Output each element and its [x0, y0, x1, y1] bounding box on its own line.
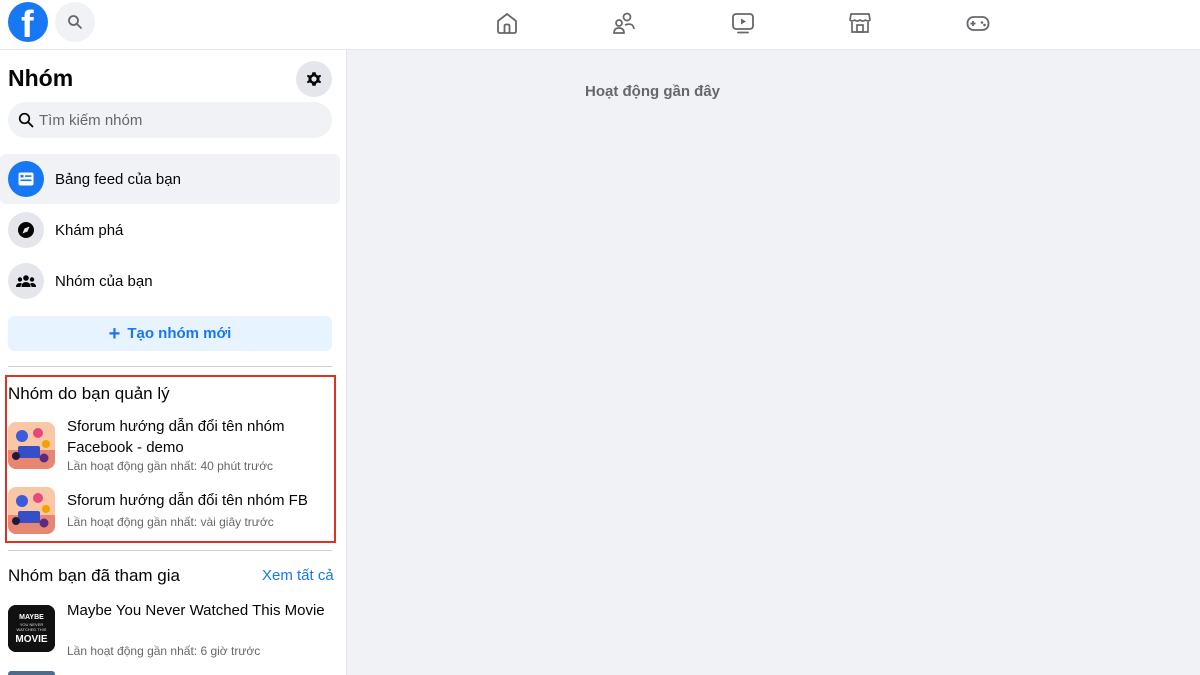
group-search-field[interactable]: [8, 102, 332, 138]
search-icon: [18, 112, 34, 128]
group-avatar: MAYBE YOU NEVER WATCHED THIS MOVIE: [8, 605, 55, 652]
group-name: Maybe You Never Watched This Movie: [67, 602, 325, 619]
gaming-icon: [966, 16, 990, 31]
friends-tab[interactable]: [609, 8, 639, 38]
watch-tab[interactable]: [728, 8, 758, 38]
sidebar-item-label: Khám phá: [55, 221, 124, 239]
divider: [8, 366, 332, 367]
divider: [8, 550, 332, 551]
group-last-active: Lần hoạt động gần nhất: 6 giờ trước: [67, 644, 261, 658]
svg-text:WATCHED THIS: WATCHED THIS: [17, 627, 47, 632]
recent-activity-heading: Hoạt động gần đây: [585, 83, 720, 100]
group-avatar: [8, 422, 55, 469]
svg-text:MAYBE: MAYBE: [19, 614, 44, 621]
plus-icon: +: [108, 322, 121, 345]
marketplace-tab[interactable]: [845, 8, 875, 38]
facebook-logo-letter: f: [21, 4, 34, 42]
group-last-active: Lần hoạt động gần nhất: 40 phút trước: [67, 459, 274, 473]
create-group-button[interactable]: + Tạo nhóm mới: [8, 316, 332, 351]
settings-button[interactable]: [296, 61, 332, 97]
joined-group-item[interactable]: MAYBE YOU NEVER WATCHED THIS MOVIE Maybe…: [8, 600, 338, 660]
marketplace-icon: [849, 13, 871, 33]
sidebar-title: Nhóm: [8, 65, 74, 91]
sidebar-item-label: Nhóm của bạn: [55, 272, 153, 290]
managed-group-item[interactable]: Sforum hướng dẫn đổi tên nhóm FB Lần hoạ…: [8, 487, 338, 540]
search-button[interactable]: [55, 2, 95, 42]
sidebar-item-label: Bảng feed của bạn: [55, 170, 181, 188]
group-name: Sforum hướng dẫn đổi tên nhóm Facebook -…: [67, 418, 285, 456]
sidebar-item-discover[interactable]: Khám phá: [0, 205, 340, 255]
sidebar-item-your-feed[interactable]: Bảng feed của bạn: [0, 154, 340, 204]
joined-group-item[interactable]: [8, 671, 338, 675]
facebook-logo[interactable]: f: [8, 2, 48, 42]
sidebar-item-your-groups[interactable]: Nhóm của bạn: [0, 256, 340, 306]
joined-groups-title: Nhóm bạn đã tham gia: [8, 566, 180, 585]
group-last-active: Lần hoạt động gần nhất: vài giây trước: [67, 515, 274, 529]
managed-group-item[interactable]: Sforum hướng dẫn đổi tên nhóm Facebook -…: [8, 416, 338, 476]
friends-icon: [613, 12, 635, 34]
top-navigation-bar: f: [0, 0, 1200, 50]
gear-icon: [306, 72, 322, 86]
movie-poster-thumbnail: MAYBE YOU NEVER WATCHED THIS MOVIE: [8, 605, 55, 652]
group-search-input[interactable]: [39, 111, 319, 129]
home-tab[interactable]: [492, 8, 522, 38]
watch-icon: [732, 13, 754, 34]
home-icon: [497, 13, 517, 34]
feed-icon: [8, 161, 44, 197]
create-group-label: Tạo nhóm mới: [127, 325, 232, 342]
group-name: Sforum hướng dẫn đổi tên nhóm FB: [67, 492, 308, 509]
svg-text:MOVIE: MOVIE: [15, 634, 48, 645]
groups-icon: [8, 263, 44, 299]
search-icon: [68, 15, 82, 29]
gaming-tab[interactable]: [963, 8, 993, 38]
groups-sidebar: Nhóm Bảng feed của bạn: [0, 50, 347, 675]
compass-icon: [8, 212, 44, 248]
managed-groups-title: Nhóm do bạn quản lý: [8, 384, 170, 403]
see-all-link[interactable]: Xem tất cả: [262, 567, 334, 584]
group-avatar: [8, 487, 55, 534]
group-avatar: [8, 671, 55, 675]
